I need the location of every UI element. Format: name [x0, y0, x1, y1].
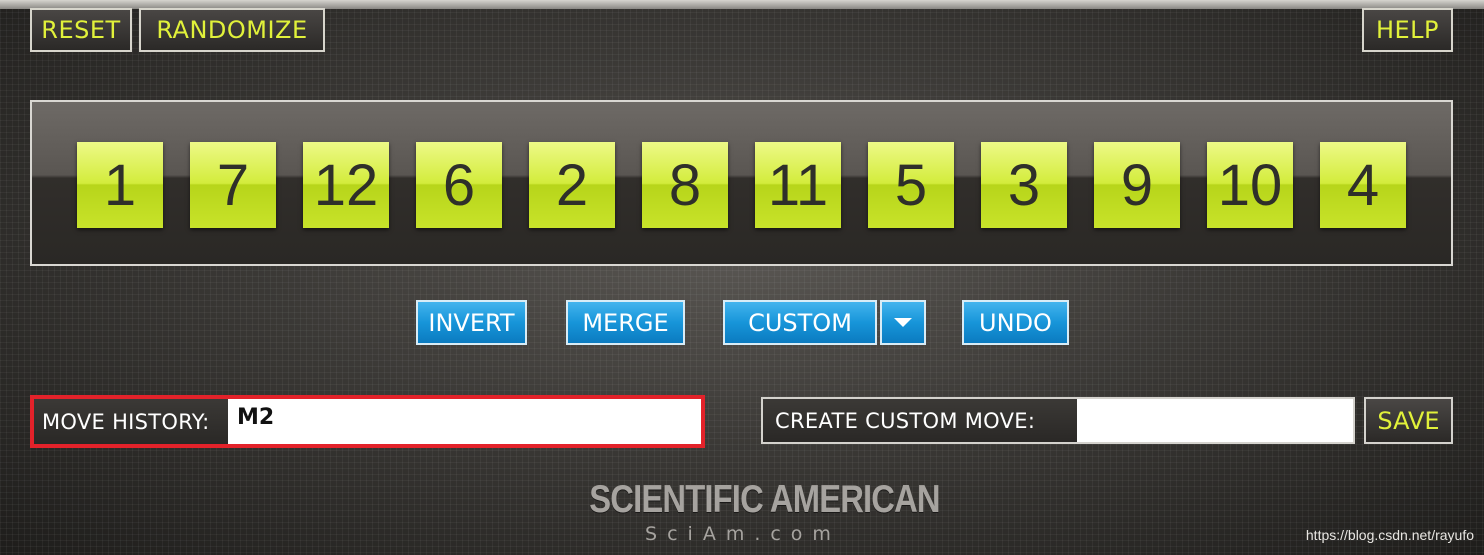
custom-dropdown-button[interactable] — [880, 300, 926, 345]
randomize-button[interactable]: RANDOMIZE — [139, 8, 325, 52]
save-button[interactable]: SAVE — [1364, 397, 1453, 444]
move-history-value: M2 — [228, 399, 701, 444]
number-tile[interactable]: 5 — [868, 142, 954, 228]
move-history-field: MOVE HISTORY: M2 — [30, 395, 705, 448]
number-tile[interactable]: 4 — [1320, 142, 1406, 228]
number-tile[interactable]: 3 — [981, 142, 1067, 228]
logo-title: SCIENTIFIC AMERICAN — [589, 478, 940, 521]
merge-button[interactable]: MERGE — [566, 300, 685, 345]
custom-move-label: CREATE CUSTOM MOVE: — [763, 399, 1077, 442]
custom-button[interactable]: CUSTOM — [723, 300, 877, 345]
watermark-text: https://blog.csdn.net/rayufo — [1305, 527, 1474, 543]
number-tile[interactable]: 2 — [529, 142, 615, 228]
reset-button[interactable]: RESET — [30, 8, 132, 52]
tile-panel: 1 7 12 6 2 8 11 5 3 9 10 4 — [30, 100, 1453, 266]
number-tile[interactable]: 1 — [77, 142, 163, 228]
number-tile[interactable]: 6 — [416, 142, 502, 228]
custom-move-field: CREATE CUSTOM MOVE: — [761, 397, 1355, 444]
number-tile[interactable]: 9 — [1094, 142, 1180, 228]
logo-subtitle: SciAm.com — [645, 523, 841, 545]
custom-move-input[interactable] — [1077, 399, 1353, 442]
chevron-down-icon — [894, 318, 912, 327]
number-tile[interactable]: 10 — [1207, 142, 1293, 228]
number-tile[interactable]: 8 — [642, 142, 728, 228]
move-history-label: MOVE HISTORY: — [34, 399, 228, 444]
number-tile[interactable]: 7 — [190, 142, 276, 228]
scientific-american-logo: SCIENTIFIC AMERICAN SciAm.com — [560, 478, 940, 546]
help-button[interactable]: HELP — [1362, 8, 1453, 52]
invert-button[interactable]: INVERT — [416, 300, 527, 345]
number-tile[interactable]: 12 — [303, 142, 389, 228]
undo-button[interactable]: UNDO — [962, 300, 1069, 345]
number-tile[interactable]: 11 — [755, 142, 841, 228]
